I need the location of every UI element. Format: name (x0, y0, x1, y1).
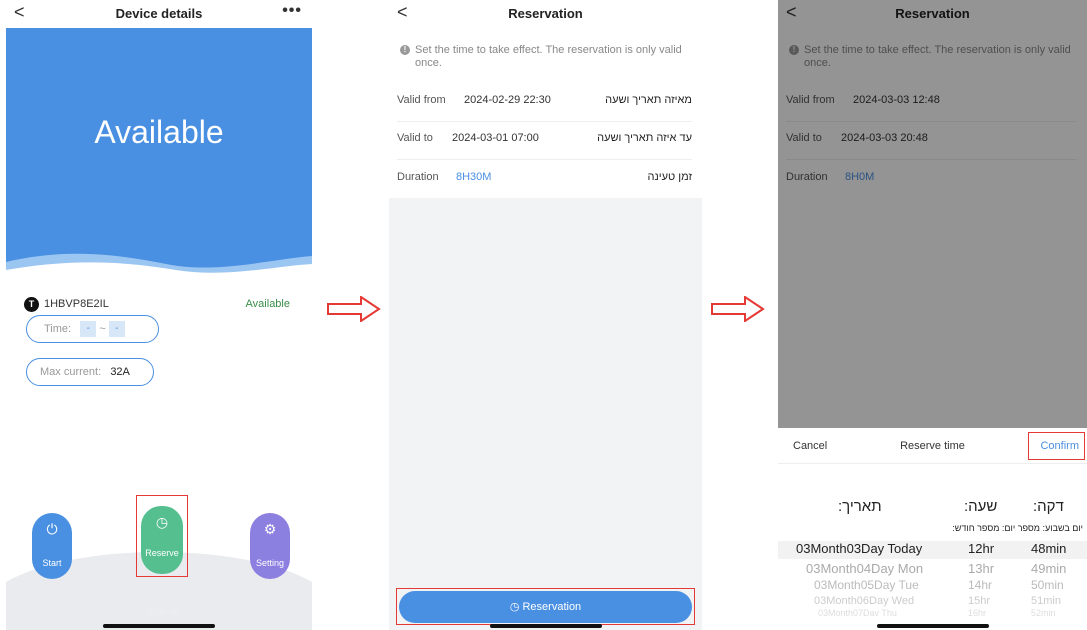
reserve-highlight-box (136, 495, 188, 577)
picker-row[interactable]: 03Month07Day Thu 16hr 52min (778, 608, 1087, 616)
picker-date: 03Month06Day Wed (814, 595, 915, 607)
picker-row[interactable]: 03Month05Day Tue 14hr 50min (778, 578, 1087, 596)
valid-from-row[interactable]: Valid from 2024-02-29 22:30 מאיזה תאריך … (397, 82, 692, 122)
confirm-highlight-box (1028, 432, 1085, 460)
navbar: < Device details ••• (6, 0, 312, 28)
picker-date: 03Month05Day Tue (814, 578, 919, 592)
device-row: T 1HBVP8E2IL Available (24, 297, 290, 313)
reservation-picker-screen: < Reservation ! Set the time to take eff… (778, 0, 1087, 630)
picker-hour: 14hr (968, 578, 993, 592)
hebrew-hour-header: שעה: (964, 498, 998, 515)
time-field[interactable]: Time: - ~ - (26, 315, 159, 343)
picker-minute: 49min (1031, 561, 1067, 576)
page-title: Device details (115, 6, 203, 21)
gear-icon: ⚙ (263, 521, 277, 537)
picker-date: 03Month03Day Today (796, 541, 923, 556)
reservation-screen: < Reservation ! Set the time to take eff… (389, 0, 702, 630)
valid-to-value: 2024-03-01 07:00 (452, 132, 539, 144)
picker-hour: 16hr (968, 608, 987, 616)
picker-hour: 13hr (968, 561, 995, 576)
picker-date: 03Month04Day Mon (806, 561, 924, 576)
picker-row-selected[interactable]: 03Month03Day Today 12hr 48min (778, 541, 1087, 559)
max-current-field[interactable]: Max current: 32A (26, 358, 154, 386)
time-to-box[interactable]: - (108, 321, 125, 338)
hebrew-date-subheader: יום בשבוע: מספר יום: מספר חודש: (952, 523, 1083, 533)
flow-arrow-icon (711, 296, 765, 322)
setting-label: Setting (255, 558, 285, 568)
reservation-highlight-box (396, 588, 695, 625)
tip-message: Set the time to take effect. The reserva… (415, 44, 682, 69)
content-background (389, 198, 702, 630)
picker-row[interactable]: 03Month04Day Mon 13hr 49min (778, 561, 1087, 579)
more-options-icon[interactable]: ••• (282, 2, 302, 20)
status-hero: Available (6, 28, 312, 284)
picker-date: 03Month07Day Thu (818, 608, 897, 616)
picker-hour: 12hr (968, 541, 995, 556)
hero-status-text: Available (94, 114, 224, 150)
time-label: Time: (44, 323, 72, 335)
device-status: Available (245, 298, 290, 310)
duration-row: Duration 8H30M זמן טעינה (397, 159, 692, 199)
start-label: Start (42, 558, 62, 568)
picker-hour: 15hr (968, 595, 991, 607)
picker-minute: 52min (1031, 608, 1056, 616)
picker-minute: 50min (1031, 578, 1064, 592)
stage: < Device details ••• Available T 1HBVP8E… (0, 0, 1087, 630)
time-from-box[interactable]: - (80, 321, 97, 338)
modal-overlay[interactable] (778, 0, 1087, 428)
hebrew-minute-header: דקה: (1033, 498, 1064, 515)
picker-minute: 48min (1031, 541, 1067, 556)
wipe-up-hint[interactable]: ↑ Wipe up (6, 606, 312, 616)
valid-to-row[interactable]: Valid to 2024-03-01 07:00 עד איזה תאריך … (397, 120, 692, 160)
flow-arrow-icon (327, 296, 381, 322)
info-icon: ! (400, 45, 410, 55)
valid-from-value: 2024-02-29 22:30 (464, 94, 551, 106)
time-separator: ~ (99, 323, 106, 335)
valid-from-hebrew: מאיזה תאריך ושעה (605, 94, 692, 106)
start-button[interactable]: ⏻ Start (32, 513, 72, 579)
power-icon: ⏻ (46, 521, 58, 537)
duration-value: 8H30M (456, 171, 492, 183)
setting-button[interactable]: ⚙ Setting (250, 513, 290, 579)
home-indicator (489, 624, 602, 628)
picker-minute: 51min (1031, 595, 1061, 607)
max-current-label: Max current: (40, 366, 102, 378)
valid-to-hebrew: עד איזה תאריך ושעה (597, 132, 692, 144)
navbar: < Reservation (389, 0, 702, 28)
wave-decoration (6, 253, 312, 284)
duration-hebrew: זמן טעינה (647, 171, 693, 183)
hebrew-date-header: תאריך: (838, 498, 882, 515)
device-id: 1HBVP8E2IL (44, 298, 109, 310)
max-current-value: 32A (110, 366, 130, 378)
page-title: Reservation (508, 6, 583, 21)
valid-to-label: Valid to (397, 132, 433, 144)
valid-from-label: Valid from (397, 94, 446, 106)
device-details-screen: < Device details ••• Available T 1HBVP8E… (6, 0, 312, 630)
home-indicator (103, 624, 215, 628)
brand-logo-icon: T (24, 297, 39, 312)
tip-text: ! Set the time to take effect. The reser… (397, 44, 692, 70)
home-indicator (876, 624, 989, 628)
duration-label: Duration (397, 171, 439, 183)
